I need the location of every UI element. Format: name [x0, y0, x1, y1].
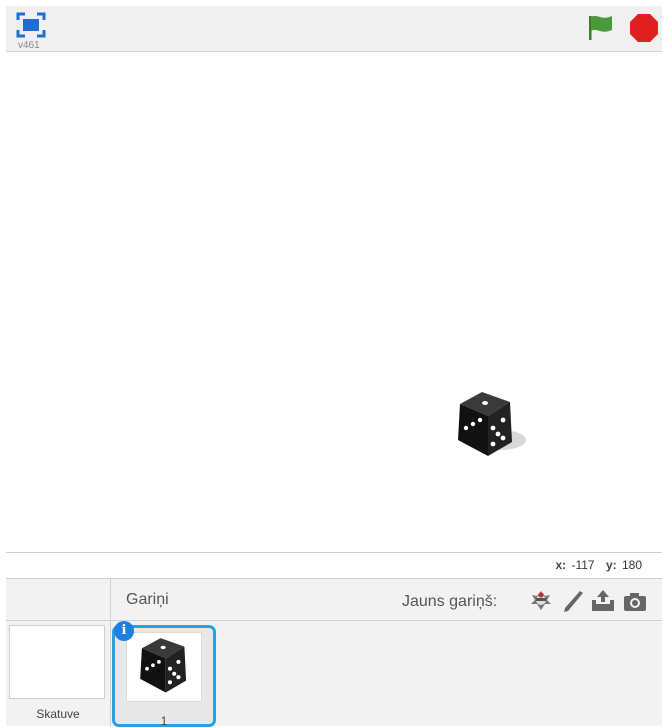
fullscreen-icon[interactable]	[16, 12, 46, 38]
dice-sprite[interactable]	[444, 386, 528, 466]
x-label: x:	[555, 558, 567, 572]
sprites-title: Gariņi	[126, 591, 169, 608]
choose-sprite-from-library-icon[interactable]	[528, 588, 554, 614]
pane-divider	[110, 579, 111, 727]
y-value: 180	[621, 558, 642, 572]
sprite-pane-header: Gariņi Jauns gariņš:	[6, 579, 662, 621]
new-sprite-label: Jauns gariņš:	[402, 593, 498, 610]
info-icon[interactable]: i	[114, 621, 134, 641]
version-label: v461	[18, 40, 40, 51]
upload-sprite-icon[interactable]	[590, 588, 616, 614]
x-value: -117	[571, 558, 595, 572]
sprite-thumbnail	[126, 632, 202, 702]
camera-icon[interactable]	[622, 588, 648, 614]
stage-thumbnail[interactable]	[9, 625, 105, 699]
green-flag-icon[interactable]	[586, 12, 616, 42]
paint-new-sprite-icon[interactable]	[560, 588, 586, 614]
y-label: y:	[605, 558, 617, 572]
stage-label: Skatuve	[36, 707, 80, 721]
stop-sign-icon[interactable]	[629, 13, 659, 43]
stage[interactable]	[6, 52, 662, 552]
stage-divider	[6, 552, 662, 553]
sprite-pane: Gariņi Jauns gariņš: Skatuve 1 i	[6, 578, 662, 728]
mouse-coordinates: x: -117 y: 180	[555, 558, 642, 572]
stage-toolbar: v461	[6, 6, 662, 52]
